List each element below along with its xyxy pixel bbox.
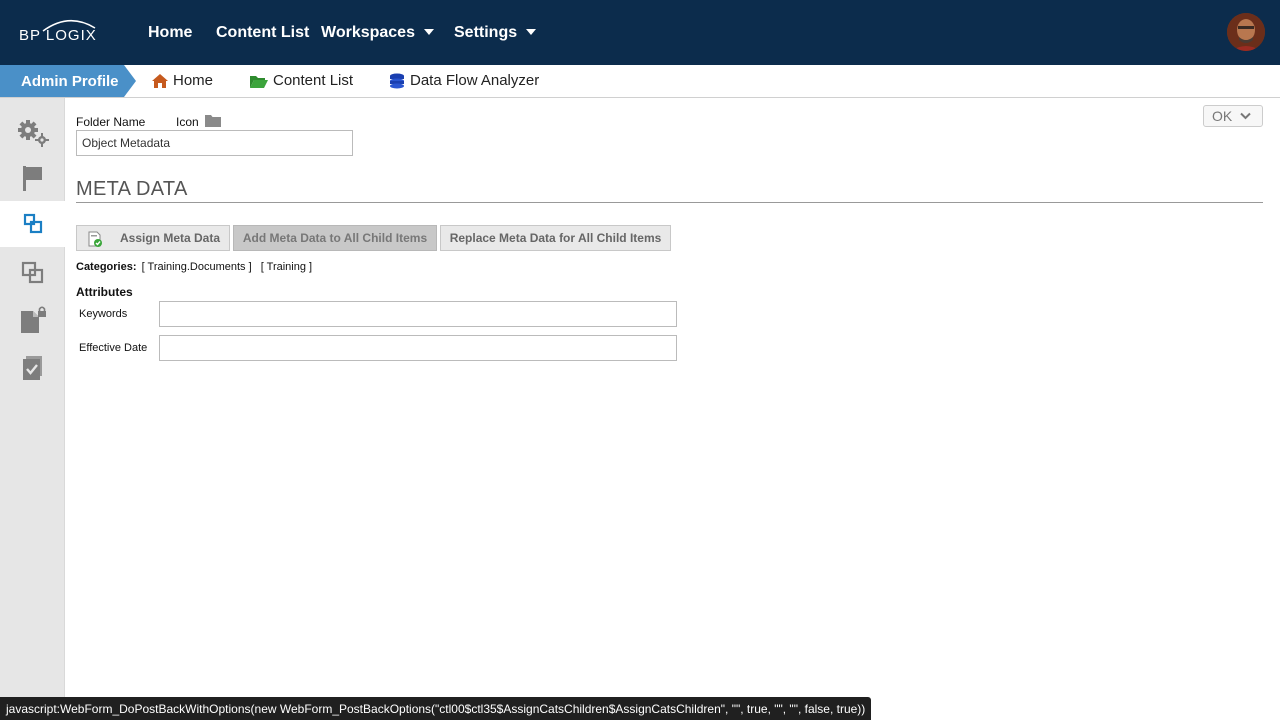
category-link[interactable]: [ Training ] xyxy=(261,261,312,273)
breadcrumb-admin-arrow xyxy=(124,65,136,97)
category-link[interactable]: [ Training.Documents ] xyxy=(142,261,252,273)
section-divider xyxy=(76,202,1263,203)
sidebar xyxy=(0,98,65,720)
replace-meta-data-children-label: Replace Meta Data for All Child Items xyxy=(449,231,662,245)
home-icon xyxy=(152,73,168,88)
browser-status-bar: javascript:WebForm_DoPostBackWithOptions… xyxy=(0,697,872,720)
assign-meta-data-label: Assign Meta Data xyxy=(119,231,221,245)
chevron-down-icon xyxy=(423,28,434,35)
top-navbar: BP LOGIX Home Content List Workspaces Se… xyxy=(0,0,1280,65)
ok-button-label: OK xyxy=(1212,108,1233,124)
ok-button[interactable]: OK xyxy=(1203,105,1263,127)
categories-label: Categories: xyxy=(76,261,137,273)
status-url-text: javascript:WebForm_DoPostBackWithOptions… xyxy=(6,701,866,716)
add-meta-data-children-label: Add Meta Data to All Child Items xyxy=(242,231,428,245)
nav-content-list[interactable]: Content List xyxy=(216,24,309,42)
user-avatar-icon xyxy=(1227,13,1265,51)
folder-name-value: Object Metadata xyxy=(82,136,171,150)
folder-icon[interactable] xyxy=(205,114,221,127)
icon-label: Icon xyxy=(176,115,199,129)
keywords-input[interactable] xyxy=(159,301,677,327)
replace-meta-data-children-button[interactable]: Replace Meta Data for All Child Items xyxy=(440,225,671,251)
sidebar-item-settings[interactable] xyxy=(0,110,65,156)
sidebar-item-flag[interactable] xyxy=(0,155,65,201)
breadcrumb-data-flow-analyzer[interactable]: Data Flow Analyzer xyxy=(388,72,539,89)
folder-name-label: Folder Name xyxy=(76,115,146,129)
nav-workspaces-label: Workspaces xyxy=(321,24,415,41)
breadcrumb-home-label: Home xyxy=(173,72,214,89)
sidebar-item-permissions[interactable] xyxy=(0,297,65,343)
document-lock-icon xyxy=(20,306,46,333)
nav-home[interactable]: Home xyxy=(148,24,192,42)
nav-settings[interactable]: Settings xyxy=(454,24,537,42)
user-avatar[interactable] xyxy=(1227,13,1265,51)
breadcrumb-admin-profile[interactable]: Admin Profile xyxy=(0,65,136,97)
attributes-label: Attributes xyxy=(76,285,133,299)
sidebar-item-copy[interactable] xyxy=(0,250,65,296)
breadcrumb-content-list-label: Content List xyxy=(273,72,354,89)
breadcrumb-data-flow-label: Data Flow Analyzer xyxy=(410,72,540,89)
chevron-down-icon xyxy=(1240,112,1251,120)
sidebar-item-metadata[interactable] xyxy=(0,201,65,247)
folder-name-input[interactable]: Object Metadata xyxy=(76,130,353,156)
nav-settings-label: Settings xyxy=(454,24,518,41)
assign-meta-data-button[interactable]: Assign Meta Data xyxy=(76,225,230,251)
copy-squares-icon xyxy=(21,261,43,284)
effective-date-input[interactable] xyxy=(159,335,677,361)
flag-icon xyxy=(22,166,42,191)
breadcrumb-content-list[interactable]: Content List xyxy=(249,72,353,89)
effective-date-label: Effective Date xyxy=(79,342,148,354)
sidebar-item-approval[interactable] xyxy=(0,345,65,391)
breadcrumb-admin-label: Admin Profile xyxy=(21,73,119,90)
meta-data-heading: META DATA xyxy=(76,178,188,200)
document-check-icon xyxy=(22,356,42,380)
logo-text: BP LOGIX xyxy=(19,27,97,44)
gears-icon xyxy=(17,120,49,147)
chevron-down-icon xyxy=(526,28,537,35)
breadcrumb-home[interactable]: Home xyxy=(151,72,213,89)
document-add-icon xyxy=(88,231,102,247)
nav-workspaces[interactable]: Workspaces xyxy=(321,24,434,42)
breadcrumb-bar: Admin Profile Home Content List Data Flo… xyxy=(0,65,1280,98)
metadata-squares-icon xyxy=(23,213,42,234)
categories-row: Categories: [ Training.Documents ] [ Tra… xyxy=(76,261,312,273)
database-icon xyxy=(390,73,404,88)
folder-open-icon xyxy=(250,75,268,88)
add-meta-data-children-button[interactable]: Add Meta Data to All Child Items xyxy=(233,225,437,251)
keywords-label: Keywords xyxy=(79,308,128,320)
